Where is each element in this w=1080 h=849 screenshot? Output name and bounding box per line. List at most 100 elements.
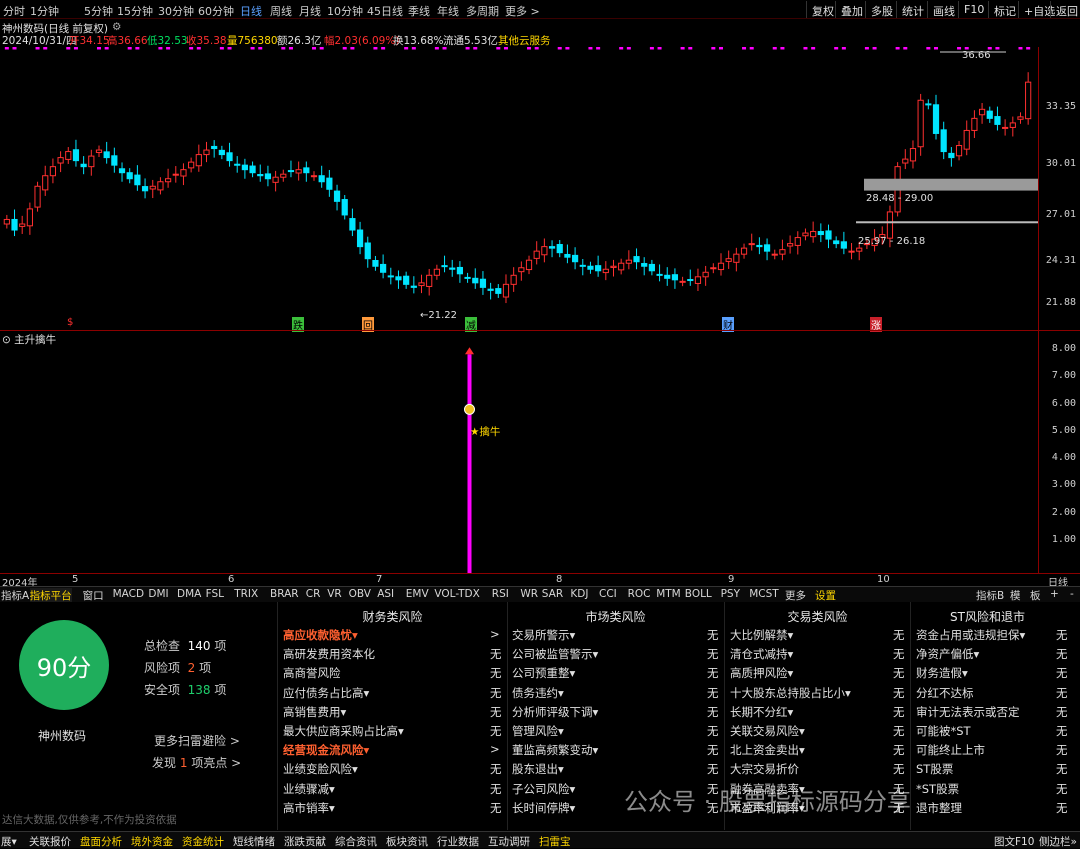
- bottom-tab[interactable]: 板块资讯: [386, 834, 428, 849]
- indicator-tab[interactable]: 指标平台: [29, 588, 72, 603]
- risk-item[interactable]: 子公司风险▾: [512, 781, 575, 797]
- risk-item[interactable]: 董监高频繁变动▾: [512, 742, 598, 758]
- risk-item[interactable]: 高研发费用资本化: [283, 646, 375, 662]
- period-tab[interactable]: 5分钟: [84, 3, 113, 19]
- kline-panel[interactable]: 36.66 ←21.22 28.48 - 29.00 25.97 - 26.18…: [0, 47, 1038, 332]
- bottom-tab[interactable]: 盘面分析: [80, 834, 122, 849]
- indicator-tab[interactable]: MTM: [656, 588, 681, 600]
- bottom-tab[interactable]: 互动调研: [488, 834, 530, 849]
- collapse-icon[interactable]: ⊙: [2, 334, 11, 346]
- indicator-tab[interactable]: DMI: [148, 588, 168, 600]
- risk-item[interactable]: 北上资金卖出▾: [730, 742, 805, 758]
- risk-item[interactable]: 分析师评级下调▾: [512, 704, 598, 720]
- risk-item[interactable]: 财务造假▾: [916, 665, 968, 681]
- indicator-panel[interactable]: ⊙ 主升擒牛 ★擒牛: [0, 331, 1038, 573]
- indicator-tab[interactable]: DMA: [177, 588, 201, 600]
- period-tab[interactable]: 1分钟: [30, 3, 59, 19]
- risk-item[interactable]: 业绩骤减▾: [283, 781, 335, 797]
- risk-item[interactable]: 关联交易风险▾: [730, 723, 805, 739]
- risk-item[interactable]: 管理风险▾: [512, 723, 564, 739]
- risk-item[interactable]: 净资产偏低▾: [916, 646, 979, 662]
- risk-item[interactable]: *ST股票: [916, 781, 959, 797]
- indicator-tab[interactable]: ASI: [377, 588, 394, 600]
- stats-button[interactable]: 统计: [896, 1, 929, 18]
- overlay-button[interactable]: 叠加: [835, 1, 868, 18]
- risk-item[interactable]: 业绩变脸风险▾: [283, 761, 358, 777]
- period-tab[interactable]: 月线: [299, 3, 321, 19]
- indicator-tab[interactable]: WR: [520, 588, 538, 600]
- indicator-tab[interactable]: BRAR: [270, 588, 299, 600]
- bottom-tab[interactable]: 涨跌贡献: [284, 834, 326, 849]
- risk-item[interactable]: 可能被*ST: [916, 723, 971, 739]
- period-tab[interactable]: 多周期: [466, 3, 499, 19]
- bottom-tab[interactable]: 行业数据: [437, 834, 479, 849]
- risk-item[interactable]: 债务违约▾: [512, 685, 564, 701]
- indicator-tab[interactable]: TRIX: [234, 588, 258, 600]
- indicator-tab-right[interactable]: 板: [1030, 588, 1041, 603]
- risk-item[interactable]: 公司被监管警示▾: [512, 646, 598, 662]
- indicator-tab[interactable]: CR: [306, 588, 321, 600]
- risk-item[interactable]: 经营现金流风险▾: [283, 742, 369, 758]
- indicator-tab-right[interactable]: 指标B: [976, 588, 1004, 603]
- mark-button[interactable]: 标记: [988, 1, 1021, 18]
- sector-link[interactable]: 其他云服务: [498, 33, 551, 48]
- risk-item[interactable]: 可能终止上市: [916, 742, 985, 758]
- period-tab[interactable]: 年线: [437, 3, 459, 19]
- period-tab[interactable]: 季线: [408, 3, 430, 19]
- period-tab-daily[interactable]: 日线: [240, 3, 262, 19]
- risk-item[interactable]: 大比例解禁▾: [730, 627, 793, 643]
- risk-item[interactable]: 清仓式减持▾: [730, 646, 793, 662]
- risk-item[interactable]: ST股票: [916, 761, 953, 777]
- risk-item[interactable]: 十大股东总持股占比小▾: [730, 685, 851, 701]
- risk-item[interactable]: 应付债务占比高▾: [283, 685, 369, 701]
- risk-item[interactable]: 交易所警示▾: [512, 627, 575, 643]
- indicator-tab[interactable]: MACD: [113, 588, 144, 600]
- bottom-right-tab[interactable]: 图文F10: [994, 834, 1034, 849]
- period-tab[interactable]: 周线: [270, 3, 292, 19]
- indicator-tab[interactable]: RSI: [492, 588, 509, 600]
- indicator-tab[interactable]: CCI: [599, 588, 617, 600]
- indicator-tab-right[interactable]: -: [1070, 588, 1074, 600]
- risk-item[interactable]: 股东退出▾: [512, 761, 564, 777]
- risk-item[interactable]: 高商誉风险: [283, 665, 341, 681]
- indicator-tab-right[interactable]: 模: [1010, 588, 1021, 603]
- f10-button[interactable]: F10: [958, 1, 989, 18]
- indicator-tab[interactable]: 窗口: [83, 588, 104, 603]
- risk-item[interactable]: 最大供应商采购占比高▾: [283, 723, 404, 739]
- risk-item[interactable]: 资金占用或违规担保▾: [916, 627, 1025, 643]
- indicator-tab[interactable]: VOL-TDX: [434, 588, 479, 600]
- indicator-tab[interactable]: SAR: [542, 588, 563, 600]
- draw-button[interactable]: 画线: [927, 1, 960, 18]
- indicator-tab[interactable]: OBV: [349, 588, 371, 600]
- indicator-tab[interactable]: PSY: [721, 588, 740, 600]
- indicator-tab[interactable]: 设置: [815, 588, 836, 603]
- risk-item[interactable]: 审计无法表示或否定: [916, 704, 1020, 720]
- indicator-tab[interactable]: MCST: [749, 588, 778, 600]
- risk-item[interactable]: 分红不达标: [916, 685, 974, 701]
- indicator-tab[interactable]: FSL: [206, 588, 224, 600]
- bottom-tab[interactable]: 短线情绪: [233, 834, 275, 849]
- risk-item[interactable]: 长期不分红▾: [730, 704, 793, 720]
- period-tab[interactable]: 10分钟: [327, 3, 363, 19]
- event-marker[interactable]: $: [67, 317, 73, 328]
- risk-item[interactable]: 退市整理: [916, 800, 962, 816]
- period-tab[interactable]: 15分钟: [117, 3, 153, 19]
- more-scan-link[interactable]: 更多扫雷避险 >: [154, 732, 240, 749]
- bottom-right-tab[interactable]: 侧边栏»: [1039, 834, 1077, 849]
- bottom-tab[interactable]: 资金统计: [182, 834, 224, 849]
- period-tab[interactable]: 45日线: [367, 3, 403, 19]
- bottom-tab[interactable]: 综合资讯: [335, 834, 377, 849]
- risk-item[interactable]: 高市销率▾: [283, 800, 335, 816]
- more-periods-button[interactable]: 更多 >: [505, 3, 540, 19]
- risk-item[interactable]: 高销售费用▾: [283, 704, 346, 720]
- indicator-tab[interactable]: 指标A: [1, 588, 29, 603]
- indicator-tab[interactable]: BOLL: [685, 588, 712, 600]
- period-tab[interactable]: 60分钟: [198, 3, 234, 19]
- bottom-tab[interactable]: 展▾: [1, 834, 17, 849]
- risk-item[interactable]: 大宗交易折价: [730, 761, 799, 777]
- indicator-tab[interactable]: VR: [327, 588, 341, 600]
- indicator-tab[interactable]: 更多: [785, 588, 806, 603]
- period-tab[interactable]: 分时: [3, 3, 25, 19]
- indicator-tab[interactable]: EMV: [406, 588, 429, 600]
- indicator-tab-right[interactable]: +: [1050, 588, 1059, 600]
